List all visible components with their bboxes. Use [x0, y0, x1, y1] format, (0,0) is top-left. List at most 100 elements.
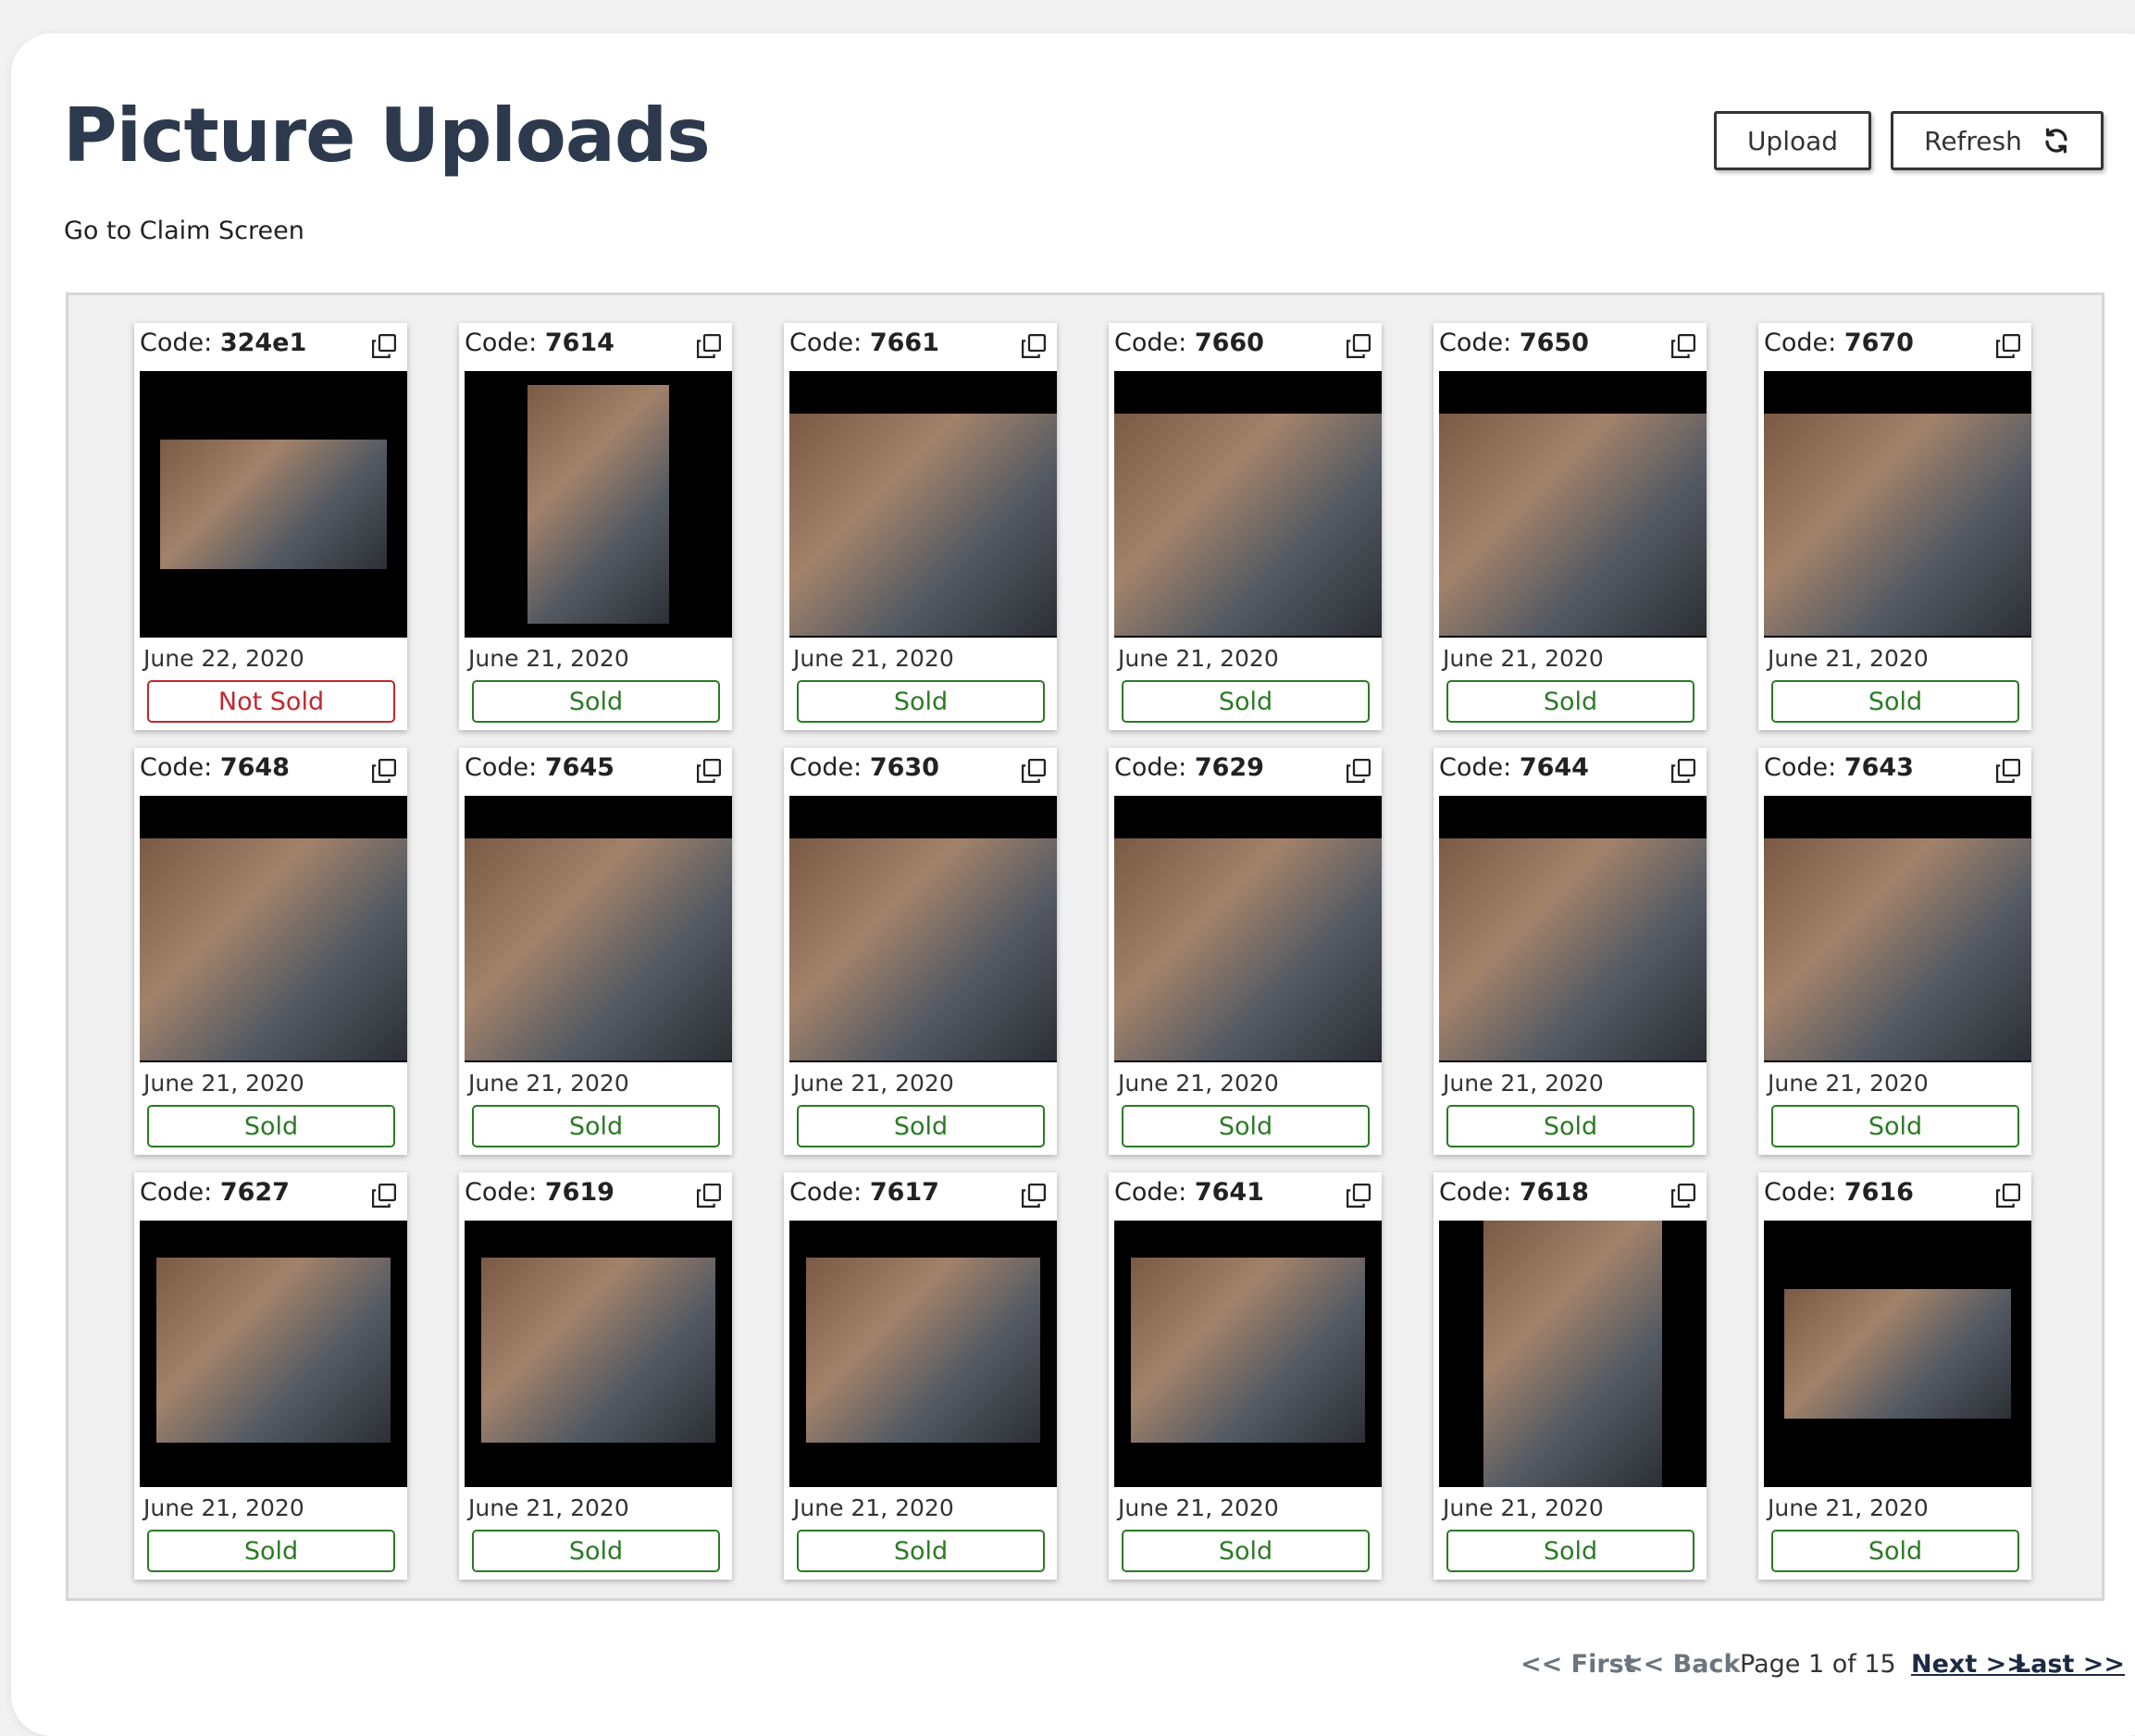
- copy-icon[interactable]: [1020, 332, 1048, 364]
- copy-icon[interactable]: [1345, 332, 1372, 364]
- picture-card: Code: 7616 June 21, 2020 Sold: [1758, 1172, 2031, 1580]
- copy-icon[interactable]: [1994, 1182, 2022, 1213]
- copy-icon[interactable]: [1020, 757, 1048, 788]
- picture-thumbnail[interactable]: [140, 1221, 407, 1487]
- sale-status-button[interactable]: Sold: [1771, 680, 2019, 723]
- picture-thumbnail[interactable]: [465, 371, 732, 638]
- picture-code: Code: 7619: [465, 1178, 614, 1207]
- code-label: Code:: [140, 1178, 220, 1207]
- refresh-button[interactable]: Refresh: [1891, 111, 2104, 170]
- page-card: Picture Uploads Go to Claim Screen Uploa…: [11, 33, 2135, 1736]
- sale-status-button[interactable]: Sold: [147, 1105, 395, 1147]
- picture-card: Code: 324e1 June 22, 2020 Not Sold: [134, 323, 407, 730]
- sale-status-button[interactable]: Sold: [147, 1530, 395, 1572]
- code-value: 7643: [1843, 753, 1914, 782]
- pagination-last[interactable]: Last >>: [2015, 1647, 2125, 1680]
- sale-status-button[interactable]: Sold: [1122, 680, 1370, 723]
- copy-icon[interactable]: [1670, 757, 1697, 788]
- code-value: 7618: [1519, 1178, 1589, 1207]
- picture-card: Code: 7630 June 21, 2020 Sold: [784, 748, 1057, 1155]
- copy-icon[interactable]: [695, 757, 723, 788]
- pagination-back[interactable]: << Back: [1622, 1647, 1740, 1680]
- picture-code: Code: 7645: [465, 753, 614, 782]
- sale-status-button[interactable]: Sold: [1446, 1530, 1694, 1572]
- pagination-next[interactable]: Next >>: [1911, 1647, 2028, 1680]
- photo-image: [528, 385, 669, 624]
- code-label: Code:: [1764, 753, 1844, 782]
- picture-code: Code: 7670: [1764, 329, 1914, 357]
- picture-thumbnail[interactable]: [1439, 1221, 1707, 1487]
- picture-code: Code: 7630: [789, 753, 939, 782]
- copy-icon[interactable]: [1994, 332, 2022, 364]
- code-value: 7641: [1194, 1178, 1264, 1207]
- picture-card: Code: 7618 June 21, 2020 Sold: [1434, 1172, 1707, 1580]
- sale-status-button[interactable]: Sold: [1771, 1530, 2019, 1572]
- picture-thumbnail[interactable]: [789, 371, 1057, 638]
- picture-grid-panel: Code: 324e1 June 22, 2020 Not Sold Code:…: [66, 292, 2104, 1601]
- copy-icon[interactable]: [695, 332, 723, 364]
- sale-status-button[interactable]: Sold: [1122, 1105, 1370, 1147]
- picture-grid: Code: 324e1 June 22, 2020 Not Sold Code:…: [134, 323, 2031, 1580]
- sale-status-button[interactable]: Sold: [472, 1530, 720, 1572]
- picture-thumbnail[interactable]: [140, 796, 407, 1062]
- picture-thumbnail[interactable]: [1114, 371, 1382, 638]
- code-label: Code:: [465, 753, 545, 782]
- picture-thumbnail[interactable]: [789, 796, 1057, 1062]
- picture-thumbnail[interactable]: [465, 796, 732, 1062]
- sale-status-button[interactable]: Not Sold: [147, 680, 395, 723]
- pagination-first[interactable]: << First: [1521, 1647, 1636, 1680]
- sale-status-button[interactable]: Sold: [472, 1105, 720, 1147]
- picture-thumbnail[interactable]: [1764, 1221, 2031, 1487]
- picture-thumbnail[interactable]: [789, 1221, 1057, 1487]
- picture-thumbnail[interactable]: [1439, 371, 1707, 638]
- copy-icon[interactable]: [1020, 1182, 1048, 1213]
- picture-code: Code: 7650: [1439, 329, 1589, 357]
- picture-thumbnail[interactable]: [1114, 1221, 1382, 1487]
- copy-icon[interactable]: [370, 1182, 398, 1213]
- upload-date: June 21, 2020: [143, 1070, 304, 1097]
- copy-icon[interactable]: [370, 332, 398, 364]
- upload-date: June 21, 2020: [1768, 1494, 1929, 1521]
- claim-screen-link[interactable]: Go to Claim Screen: [64, 217, 304, 245]
- copy-icon[interactable]: [370, 757, 398, 788]
- upload-date: June 22, 2020: [143, 645, 304, 672]
- code-value: 7616: [1843, 1178, 1914, 1207]
- upload-date: June 21, 2020: [793, 645, 954, 672]
- photo-image: [1114, 838, 1382, 1060]
- upload-button[interactable]: Upload: [1714, 111, 1871, 170]
- sale-status-button[interactable]: Sold: [472, 680, 720, 723]
- picture-card: Code: 7670 June 21, 2020 Sold: [1758, 323, 2031, 730]
- picture-card: Code: 7643 June 21, 2020 Sold: [1758, 748, 2031, 1155]
- picture-thumbnail[interactable]: [140, 371, 407, 638]
- picture-thumbnail[interactable]: [1439, 796, 1707, 1062]
- copy-icon[interactable]: [695, 1182, 723, 1213]
- refresh-icon: [2042, 127, 2070, 155]
- photo-image: [1764, 838, 2031, 1060]
- picture-thumbnail[interactable]: [1764, 371, 2031, 638]
- copy-icon[interactable]: [1345, 1182, 1372, 1213]
- upload-date: June 21, 2020: [468, 1070, 629, 1097]
- code-value: 7650: [1519, 329, 1589, 357]
- sale-status-button[interactable]: Sold: [1122, 1530, 1370, 1572]
- photo-image: [789, 414, 1057, 636]
- upload-button-label: Upload: [1746, 125, 1839, 156]
- sale-status-button[interactable]: Sold: [797, 1530, 1045, 1572]
- sale-status-button[interactable]: Sold: [1771, 1105, 2019, 1147]
- code-label: Code:: [140, 329, 220, 357]
- picture-thumbnail[interactable]: [1114, 796, 1382, 1062]
- upload-date: June 21, 2020: [1118, 1494, 1279, 1521]
- code-value: 7645: [544, 753, 614, 782]
- copy-icon[interactable]: [1670, 1182, 1697, 1213]
- copy-icon[interactable]: [1345, 757, 1372, 788]
- picture-thumbnail[interactable]: [465, 1221, 732, 1487]
- sale-status-button[interactable]: Sold: [797, 680, 1045, 723]
- sale-status-button[interactable]: Sold: [1446, 680, 1694, 723]
- picture-thumbnail[interactable]: [1764, 796, 2031, 1062]
- sale-status-button[interactable]: Sold: [797, 1105, 1045, 1147]
- code-value: 7670: [1843, 329, 1914, 357]
- copy-icon[interactable]: [1670, 332, 1697, 364]
- upload-date: June 21, 2020: [468, 645, 629, 672]
- copy-icon[interactable]: [1994, 757, 2022, 788]
- code-value: 7660: [1194, 329, 1264, 357]
- sale-status-button[interactable]: Sold: [1446, 1105, 1694, 1147]
